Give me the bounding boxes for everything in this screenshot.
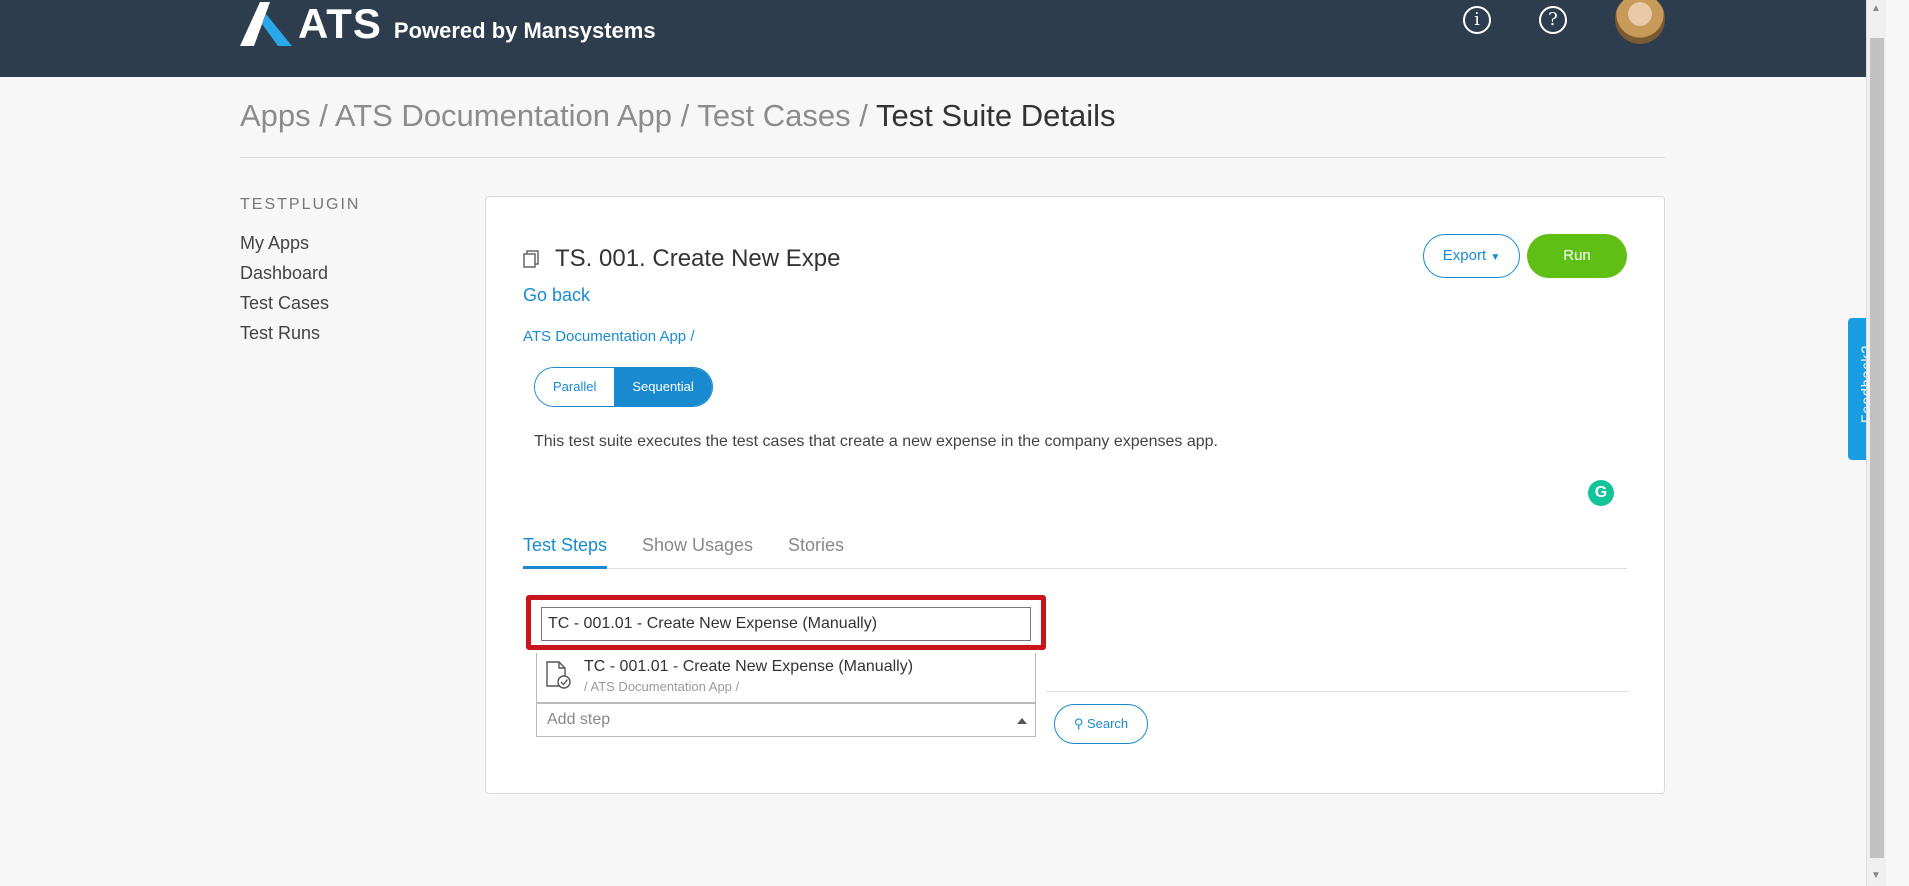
logo-tagline: Powered by Mansystems [393,18,656,43]
page-scrollbar[interactable]: ▲ ▼ [1866,0,1886,886]
sidebar-item-test-cases[interactable]: Test Cases [240,288,360,318]
ats-logo-mark [240,2,292,46]
user-avatar[interactable] [1615,0,1665,44]
ats-logo[interactable]: ATS Powered by Mansystems [240,0,656,48]
sidebar-item-test-runs[interactable]: Test Runs [240,318,360,348]
test-suite-icon [523,250,539,268]
suite-description: This test suite executes the test cases … [534,433,1218,450]
breadcrumb-apps[interactable]: Apps [240,98,311,133]
grammarly-icon[interactable]: G [1588,480,1614,506]
logo-text: ATS [298,0,382,47]
breadcrumb-separator: / [319,98,328,133]
mode-sequential[interactable]: Sequential [614,368,712,406]
scroll-up-icon[interactable]: ▲ [1871,3,1881,14]
add-step-select[interactable]: Add step [536,703,1036,737]
breadcrumb-separator: / [680,98,690,133]
list-item[interactable]: TC - 001.01 - Create New Expense (Manual… [537,653,1035,702]
search-label: Search [1086,716,1129,731]
header-divider [240,157,1665,158]
info-icon[interactable]: i [1463,6,1491,34]
search-icon: ⚲ [1073,716,1084,731]
scroll-thumb[interactable] [1870,38,1884,858]
run-button[interactable]: Run [1527,234,1627,278]
execution-mode-toggle: Parallel Sequential [534,367,713,407]
help-icon[interactable]: ? [1539,6,1567,34]
sidebar: TESTPLUGIN My Apps Dashboard Test Cases … [240,196,360,348]
caret-up-icon [1017,718,1027,724]
suite-title: TS. 001. Create New Expe [523,245,840,273]
export-button[interactable]: Export ▼ [1423,234,1520,278]
breadcrumb-current: Test Suite Details [875,98,1116,133]
step-suggestion-list: TC - 001.01 - Create New Expense (Manual… [536,653,1036,703]
test-case-icon [546,661,571,689]
tab-show-usages[interactable]: Show Usages [642,535,753,569]
sidebar-item-my-apps[interactable]: My Apps [240,228,360,258]
add-step-placeholder: Add step [547,711,611,728]
tab-test-steps[interactable]: Test Steps [523,535,608,569]
scroll-down-icon[interactable]: ▼ [1871,870,1881,881]
test-suite-card: TS. 001. Create New Expe Go back ATS Doc… [485,196,1665,794]
tab-bar: Test Steps Show Usages Stories [523,535,1627,569]
suite-title-text: TS. 001. Create New Expe [555,245,841,272]
caret-down-icon: ▼ [1490,252,1501,263]
mode-parallel[interactable]: Parallel [535,368,615,406]
search-button[interactable]: ⚲ Search [1054,704,1148,744]
step-search-input[interactable]: TC - 001.01 - Create New Expense (Manual… [541,607,1031,641]
export-label: Export [1442,247,1487,264]
top-header: ATS Powered by Mansystems i ? [0,0,1866,77]
sidebar-title: TESTPLUGIN [240,196,361,213]
sidebar-item-dashboard[interactable]: Dashboard [240,258,360,288]
app-link[interactable]: ATS Documentation App / [523,328,694,345]
steps-divider [1046,691,1628,692]
suggestion-path: / ATS Documentation App / [584,679,740,694]
breadcrumb-test-cases[interactable]: Test Cases [697,98,850,133]
breadcrumb-app[interactable]: ATS Documentation App [335,98,672,133]
go-back-link[interactable]: Go back [523,285,590,306]
suggestion-title: TC - 001.01 - Create New Expense (Manual… [584,658,914,675]
breadcrumb-separator: / [859,98,868,133]
tab-stories[interactable]: Stories [788,535,844,569]
breadcrumb: Apps / ATS Documentation App / Test Case… [240,98,1115,134]
